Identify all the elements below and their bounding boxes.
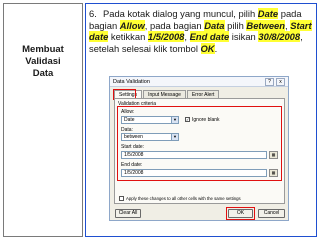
instruction-step-6: 6. Pada kotak dialog yang muncul, pilih D… (89, 8, 315, 54)
step-number: 6. (89, 8, 97, 19)
apply-all-checkbox[interactable] (119, 196, 124, 201)
instruction-text: ketikkan (108, 31, 148, 42)
section-title-line: Validasi (25, 56, 61, 67)
highlight-term: Allow (119, 19, 145, 31)
tab-error-alert[interactable]: Error Alert (186, 90, 220, 98)
data-validation-dialog: Data Validation ? x Settings Input Messa… (109, 76, 289, 221)
instruction-text: pilih (224, 19, 247, 31)
instruction-text: , (184, 31, 190, 42)
highlight-term: End date (189, 31, 230, 42)
dialog-title: Data Validation (113, 79, 150, 85)
slide-section-title: Membuat Validasi Data (4, 44, 82, 80)
instruction-text: . (214, 42, 218, 54)
ok-annotation (226, 207, 255, 220)
highlight-term: Date (257, 8, 279, 19)
sidebar-frame (3, 3, 83, 237)
apply-all-label: Apply these changes to all other cells w… (126, 196, 241, 201)
highlight-term: Between (246, 19, 285, 31)
highlight-term: 1/5/2008 (147, 31, 185, 42)
highlight-term: Data (204, 19, 225, 31)
instruction-text: isikan (229, 31, 259, 42)
section-title-line: Membuat (22, 44, 64, 55)
criteria-annotation (117, 106, 282, 181)
tab-input-message[interactable]: Input Message (143, 90, 186, 98)
help-icon[interactable]: ? (265, 78, 274, 86)
close-icon[interactable]: x (276, 78, 285, 86)
instruction-text: Pada kotak dialog yang muncul, pilih (103, 8, 258, 19)
section-title-line: Data (32, 68, 54, 79)
instruction-text: , pada bagian (144, 19, 205, 31)
highlight-term: OK (200, 42, 215, 54)
clear-all-button[interactable]: Clear All (115, 209, 141, 218)
highlight-term: 30/8/2008 (258, 31, 301, 42)
dialog-titlebar: Data Validation ? x (110, 77, 288, 87)
cancel-button[interactable]: Cancel (258, 209, 285, 218)
